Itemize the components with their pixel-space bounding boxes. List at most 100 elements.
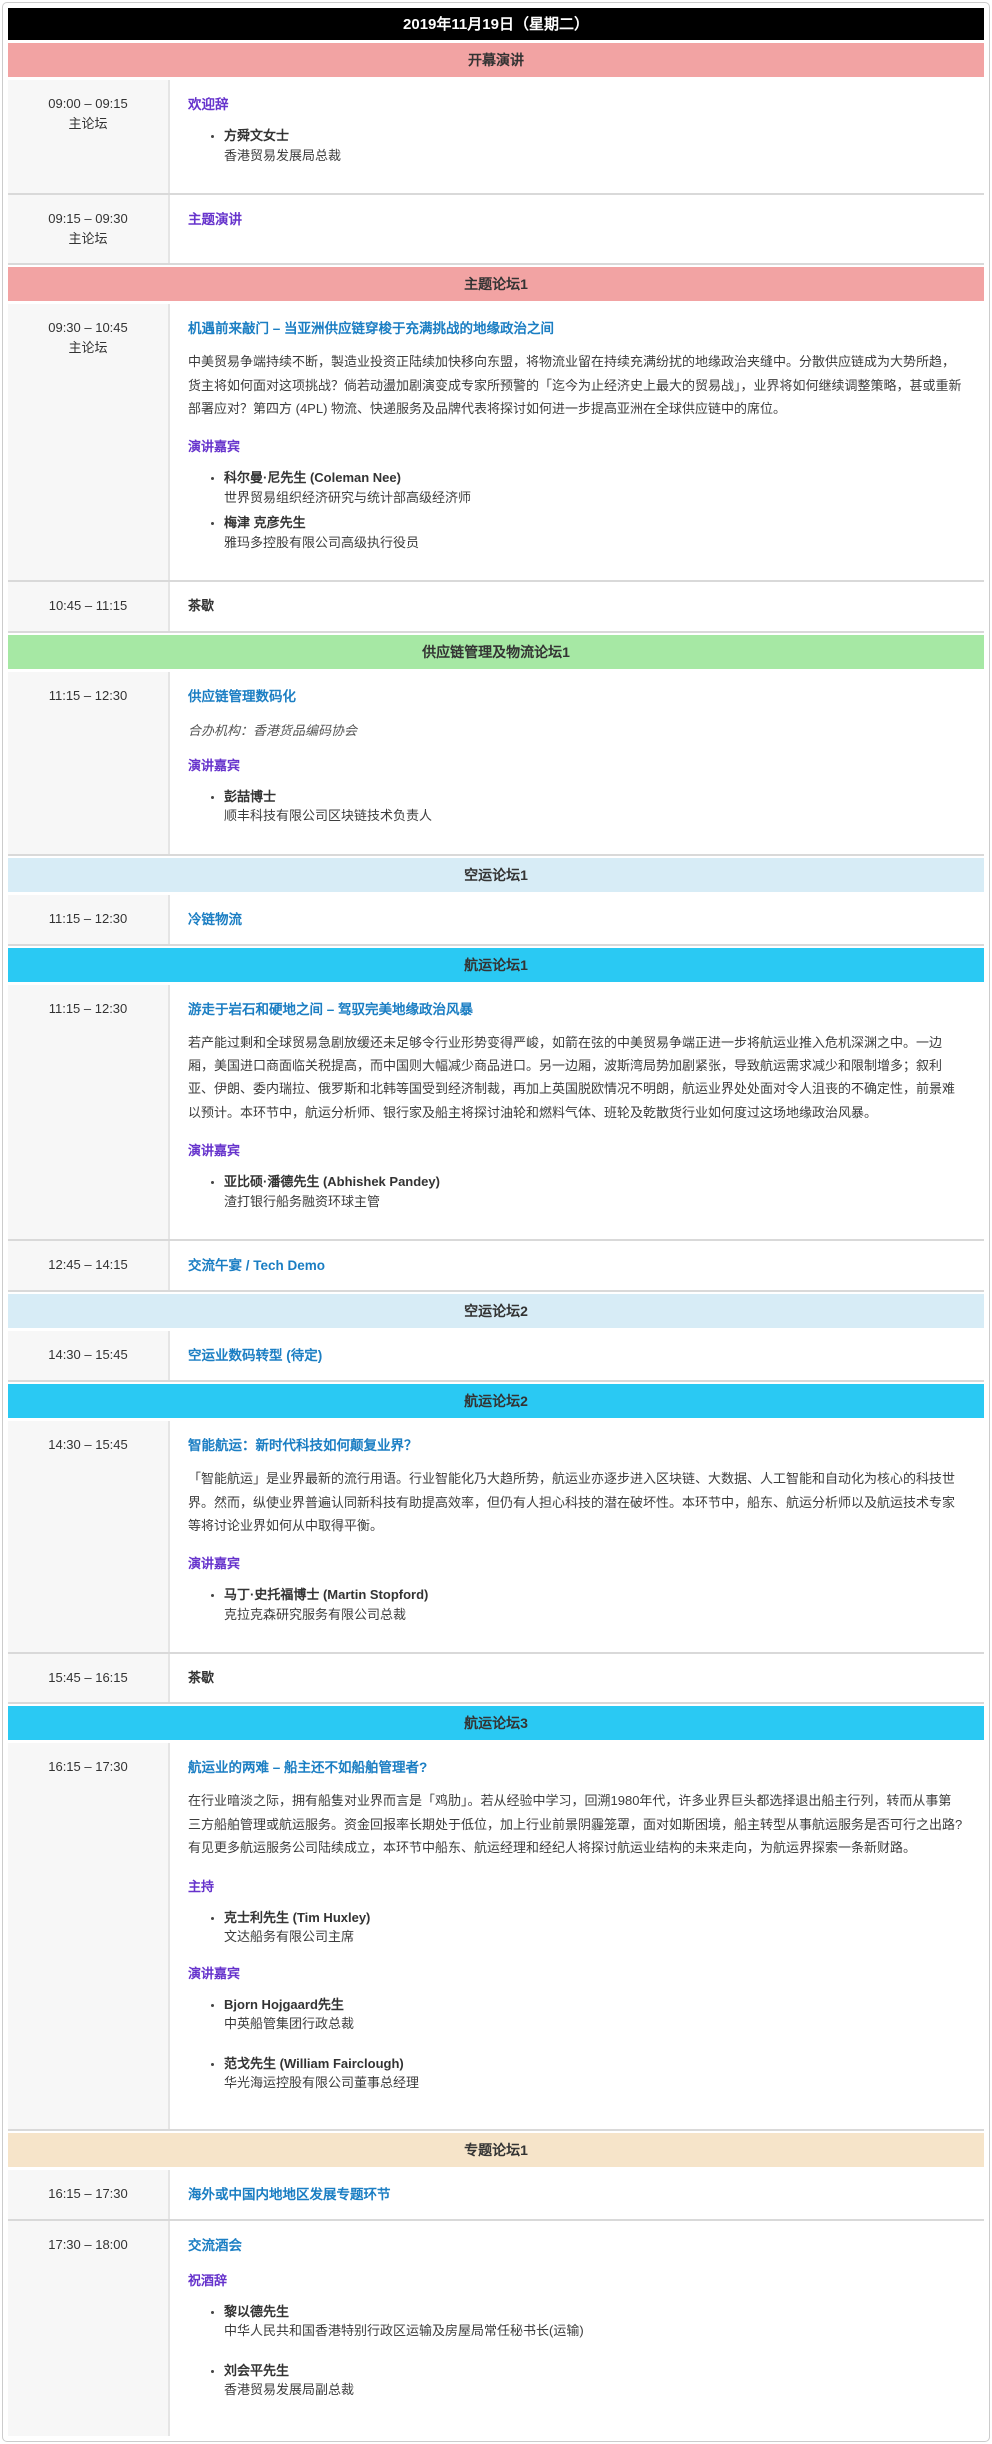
speaker-section-label: 演讲嘉宾 (188, 436, 964, 455)
speaker-name: 范戈先生 (William Fairclough) (224, 2054, 964, 2074)
session-time-cell: 11:15 – 12:30 (8, 895, 170, 944)
speaker-name: 彭喆博士 (224, 787, 964, 807)
speaker-item: 刘会平先生香港贸易发展局副总裁 (224, 2361, 964, 2400)
speaker-section-label: 演讲嘉宾 (188, 755, 964, 774)
speaker-list: 亚比硕·潘德先生 (Abhishek Pandey)渣打银行船务融资环球主管 (188, 1172, 964, 1211)
session-row: 10:45 – 11:15 茶歇 (8, 580, 984, 630)
session-title-link[interactable]: 交流酒会 (188, 2234, 242, 2254)
session-time-cell: 14:30 – 15:45 (8, 1421, 170, 1652)
session-description: 若产能过剩和全球贸易急剧放缓还未足够令行业形势变得严峻，如箭在弦的中美贸易争端正… (188, 1031, 964, 1125)
speaker-list: 科尔曼·尼先生 (Coleman Nee)世界贸易组织经济研究与统计部高级经济师… (188, 468, 964, 552)
section-banner-wrap: 航运论坛3 (8, 1702, 984, 1743)
section-banner: 开幕演讲 (8, 43, 984, 77)
speaker-item: 亚比硕·潘德先生 (Abhishek Pandey)渣打银行船务融资环球主管 (224, 1172, 964, 1211)
session-title-link[interactable]: 游走于岩石和硬地之间 – 驾驭完美地缘政治风暴 (188, 998, 473, 1018)
speaker-org: 克拉克森研究服务有限公司总裁 (224, 1605, 964, 1625)
speaker-name: 马丁·史托福博士 (Martin Stopford) (224, 1585, 964, 1605)
session-row: 09:15 – 09:30主论坛主题演讲 (8, 193, 984, 263)
session-row: 16:15 – 17:30 航运业的两难 – 船主还不如船舶管理者? 在行业暗淡之际… (8, 1743, 984, 2128)
section-banner-wrap: 航运论坛1 (8, 944, 984, 985)
session-time: 12:45 – 14:15 (12, 1255, 164, 1275)
speaker-org: 香港贸易发展局总裁 (224, 146, 964, 166)
speaker-org: 中英船管集团行政总裁 (224, 2014, 964, 2034)
speaker-name: 亚比硕·潘德先生 (Abhishek Pandey) (224, 1172, 964, 1192)
session-content: 航运业的两难 – 船主还不如船舶管理者? 在行业暗淡之际，拥有船隻对业界而言是「鸡… (170, 1743, 984, 2128)
speaker-org: 渣打银行船务融资环球主管 (224, 1192, 964, 1212)
speaker-item: 黎以德先生中华人民共和国香港特别行政区运输及房屋局常任秘书长(运输) (224, 2302, 964, 2341)
speaker-list: 方舜文女士香港贸易发展局总裁 (188, 126, 964, 165)
session-row: 11:15 – 12:30游走于岩石和硬地之间 – 驾驭完美地缘政治风暴若产能过… (8, 985, 984, 1240)
session-description: 中美贸易争端持续不断，製造业投资正陆续加快移向东盟，将物流业留在持续充满纷扰的地… (188, 350, 964, 420)
section-banner-wrap: 供应链管理及物流论坛1 (8, 631, 984, 672)
session-title-link[interactable]: 空运业数码转型 (待定) (188, 1344, 322, 1364)
session-time: 16:15 – 17:30 (12, 2184, 164, 2204)
speaker-name: 科尔曼·尼先生 (Coleman Nee) (224, 468, 964, 488)
session-title-link[interactable]: 航运业的两难 – 船主还不如船舶管理者? (188, 1756, 427, 1776)
schedule-rows: 开幕演讲09:00 – 09:15主论坛欢迎辞方舜文女士香港贸易发展局总裁 09:… (8, 40, 984, 2436)
session-time: 14:30 – 15:45 (12, 1435, 164, 1455)
session-title-link[interactable]: 海外或中国内地地区发展专题环节 (188, 2183, 391, 2203)
speaker-list: Bjorn Hojgaard先生中英船管集团行政总裁范戈先生 (William … (188, 1995, 964, 2093)
session-time: 09:15 – 09:30 (12, 209, 164, 229)
session-title-link[interactable]: 欢迎辞 (188, 93, 229, 113)
session-time-cell: 09:15 – 09:30主论坛 (8, 195, 170, 263)
session-time-cell: 10:45 – 11:15 (8, 582, 170, 630)
speaker-list: 黎以德先生中华人民共和国香港特别行政区运输及房屋局常任秘书长(运输) 刘会平先生香… (188, 2302, 964, 2400)
speaker-org: 香港贸易发展局副总裁 (224, 2380, 964, 2400)
session-content: 机遇前来敲门 – 当亚洲供应链穿梭于充满挑战的地缘政治之间中美贸易争端持续不断，… (170, 304, 984, 580)
speaker-list: 马丁·史托福博士 (Martin Stopford)克拉克森研究服务有限公司总裁 (188, 1585, 964, 1624)
section-banner-wrap: 空运论坛1 (8, 854, 984, 895)
session-time: 10:45 – 11:15 (12, 596, 164, 616)
session-title-link[interactable]: 冷链物流 (188, 908, 242, 928)
section-banner-wrap: 航运论坛2 (8, 1380, 984, 1421)
session-row: 14:30 – 15:45 空运业数码转型 (待定) (8, 1331, 984, 1380)
session-time-cell: 16:15 – 17:30 (8, 1743, 170, 2128)
date-header: 2019年11月19日（星期二） (8, 8, 984, 40)
speaker-item: 科尔曼·尼先生 (Coleman Nee)世界贸易组织经济研究与统计部高级经济师 (224, 468, 964, 507)
session-content: 交流午宴 / Tech Demo (170, 1241, 984, 1290)
speaker-org: 华光海运控股有限公司董事总经理 (224, 2073, 964, 2093)
speaker-section-label: 演讲嘉宾 (188, 1140, 964, 1159)
speaker-section-label: 祝酒辞 (188, 2270, 964, 2289)
speaker-section-label: 演讲嘉宾 (188, 1963, 964, 1982)
speaker-item: 彭喆博士顺丰科技有限公司区块链技术负责人 (224, 787, 964, 826)
session-content: 海外或中国内地地区发展专题环节 (170, 2170, 984, 2219)
section-banner: 空运论坛2 (8, 1294, 984, 1328)
section-banner-wrap: 主题论坛1 (8, 263, 984, 304)
session-row: 11:15 – 12:30 冷链物流 (8, 895, 984, 944)
session-row: 11:15 – 12:30供应链管理数码化合办机构：香港货品编码协会演讲嘉宾彭喆… (8, 672, 984, 854)
session-title-link[interactable]: 主题演讲 (188, 208, 242, 228)
session-time: 14:30 – 15:45 (12, 1345, 164, 1365)
section-banner-wrap: 专题论坛1 (8, 2129, 984, 2170)
session-row: 12:45 – 14:15 交流午宴 / Tech Demo (8, 1239, 984, 1290)
session-venue: 主论坛 (12, 229, 164, 249)
session-time: 11:15 – 12:30 (12, 909, 164, 929)
speaker-name: 克士利先生 (Tim Huxley) (224, 1908, 964, 1928)
speaker-list: 彭喆博士顺丰科技有限公司区块链技术负责人 (188, 787, 964, 826)
speaker-org: 雅玛多控股有限公司高级执行役员 (224, 533, 964, 553)
session-time-cell: 14:30 – 15:45 (8, 1331, 170, 1380)
session-time: 17:30 – 18:00 (12, 2235, 164, 2255)
session-time-cell: 09:30 – 10:45主论坛 (8, 304, 170, 580)
section-banner-wrap: 空运论坛2 (8, 1290, 984, 1331)
section-banner: 空运论坛1 (8, 858, 984, 892)
session-title-link[interactable]: 机遇前来敲门 – 当亚洲供应链穿梭于充满挑战的地缘政治之间 (188, 317, 554, 337)
session-time-cell: 11:15 – 12:30 (8, 672, 170, 854)
session-row: 16:15 – 17:30 海外或中国内地地区发展专题环节 (8, 2170, 984, 2219)
session-time-cell: 16:15 – 17:30 (8, 2170, 170, 2219)
speaker-org: 世界贸易组织经济研究与统计部高级经济师 (224, 488, 964, 508)
session-title-link[interactable]: 交流午宴 / Tech Demo (188, 1254, 325, 1274)
session-time-cell: 09:00 – 09:15主论坛 (8, 80, 170, 193)
session-content: 主题演讲 (170, 195, 984, 263)
speaker-name: 梅津 克彦先生 (224, 513, 964, 533)
session-description: 在行业暗淡之际，拥有船隻对业界而言是「鸡肋」。若从经验中学习，回溯1980年代，… (188, 1789, 964, 1859)
session-time-cell: 11:15 – 12:30 (8, 985, 170, 1240)
section-banner: 主题论坛1 (8, 267, 984, 301)
session-content: 茶歇 (170, 582, 984, 630)
speaker-item: 克士利先生 (Tim Huxley)文达船务有限公司主席 (224, 1908, 964, 1947)
session-title-link[interactable]: 供应链管理数码化 (188, 685, 296, 705)
session-content: 游走于岩石和硬地之间 – 驾驭完美地缘政治风暴若产能过剩和全球贸易急剧放缓还未足… (170, 985, 984, 1240)
session-row: 15:45 – 16:15茶歇 (8, 1652, 984, 1702)
session-time-cell: 12:45 – 14:15 (8, 1241, 170, 1290)
session-title-link[interactable]: 智能航运：新时代科技如何颠复业界？ (188, 1434, 418, 1454)
